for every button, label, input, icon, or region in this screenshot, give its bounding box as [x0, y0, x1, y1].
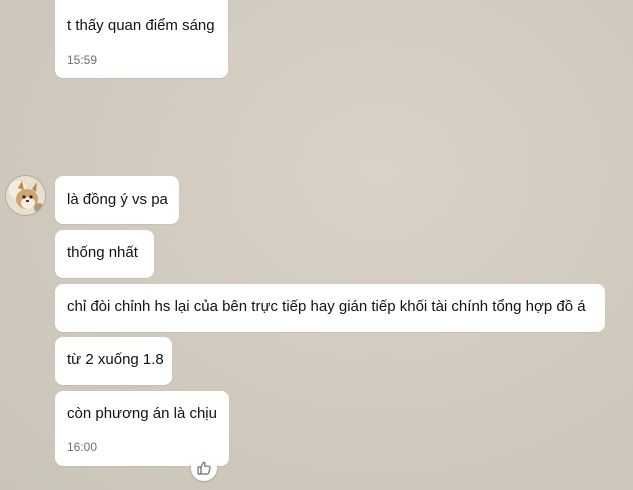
- thumbs-up-icon: [197, 461, 211, 475]
- message-text: là đồng ý vs pa: [67, 191, 168, 208]
- message-text: chỉ đòi chỉnh hs lại của bên trực tiếp h…: [67, 298, 586, 315]
- reaction-button[interactable]: [191, 455, 217, 481]
- message-bubble[interactable]: là đồng ý vs pa: [55, 176, 179, 224]
- message-time: 15:59: [67, 53, 98, 67]
- message-bubble[interactable]: thống nhất: [55, 230, 154, 278]
- message-bubble[interactable]: từ 2 xuống 1.8: [55, 337, 172, 385]
- message-bubble[interactable]: chỉ đòi chỉnh hs lại của bên trực tiếp h…: [55, 284, 605, 332]
- message-text: thống nhất: [67, 244, 138, 261]
- message-text: t thấy quan điểm sáng: [67, 17, 215, 34]
- chat-message-area: t thấy quan điểm sáng 15:59 là đồng ý vs…: [0, 0, 633, 490]
- message-time: 16:00: [67, 440, 98, 454]
- message-text: còn phương án là chịu: [67, 405, 217, 422]
- message-bubble[interactable]: t thấy quan điểm sáng 15:59: [55, 0, 228, 78]
- message-text: từ 2 xuống 1.8: [67, 351, 164, 368]
- sender-avatar: [6, 176, 45, 215]
- avatar[interactable]: [6, 176, 45, 215]
